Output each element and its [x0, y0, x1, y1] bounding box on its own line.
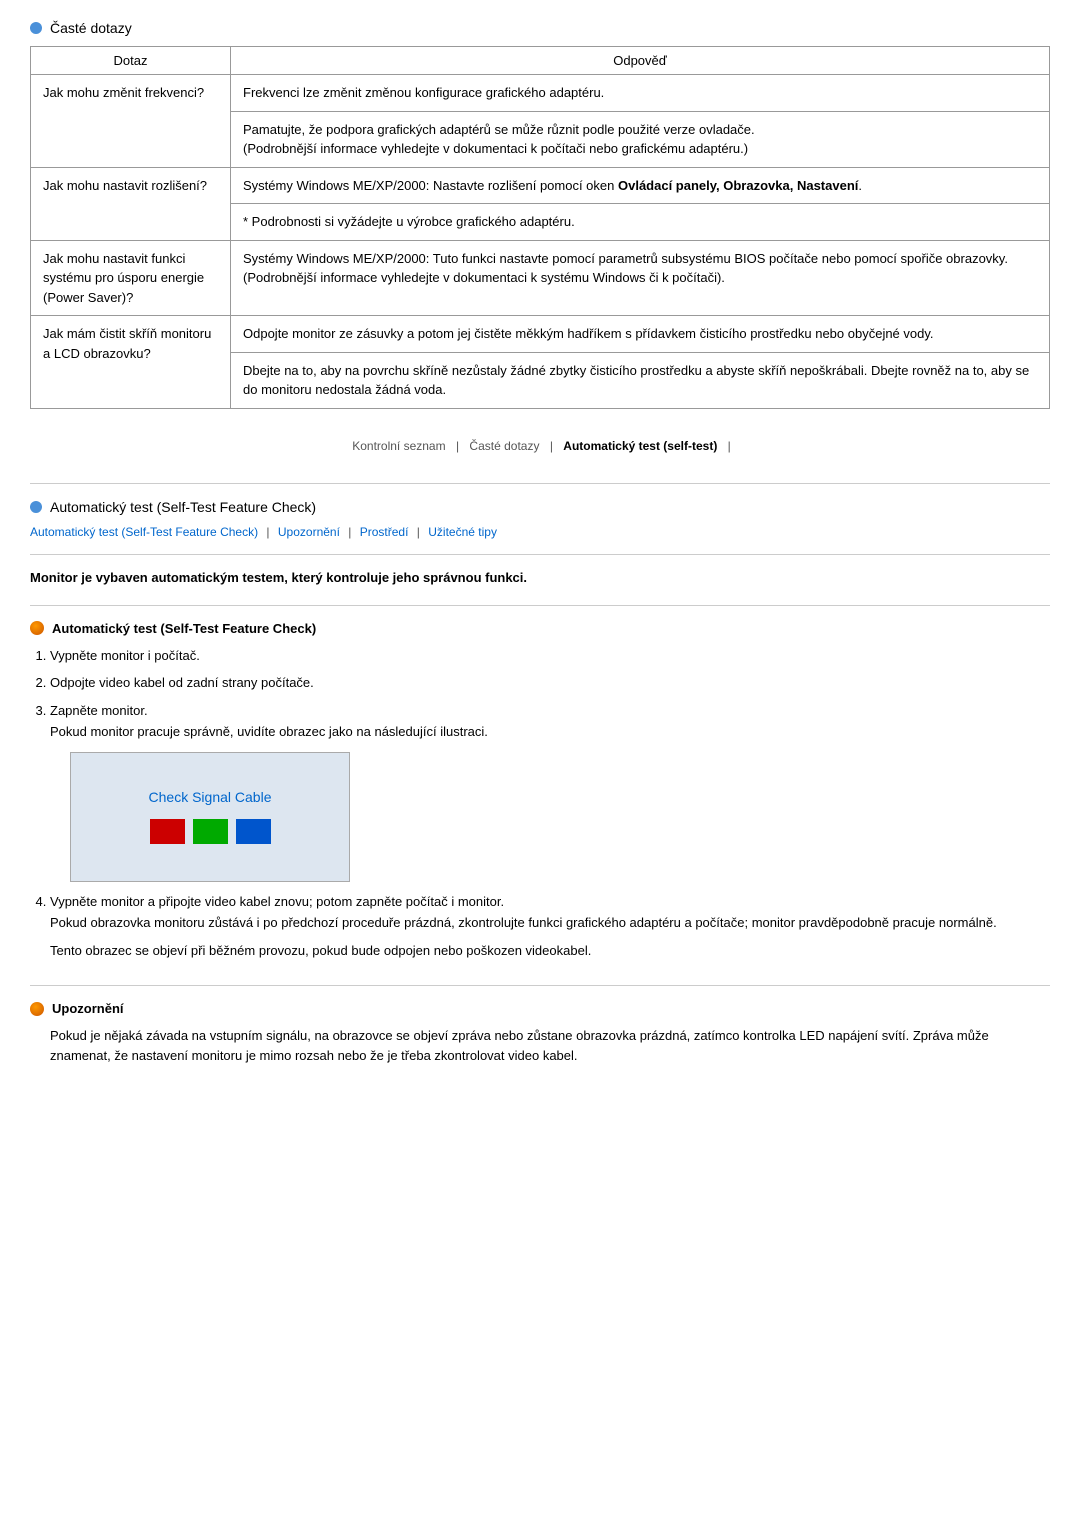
faq-answer-0-0: Frekvenci lze změnit změnou konfigurace …: [231, 75, 1050, 112]
warning-subsection-header: Upozornění: [30, 1001, 1050, 1016]
step-1: Vypněte monitor i počítač.: [50, 646, 1050, 666]
signal-box-title: Check Signal Cable: [149, 789, 272, 805]
faq-answer-1-0: Systémy Windows ME/XP/2000: Nastavte roz…: [231, 167, 1050, 204]
faq-title: Časté dotazy: [50, 20, 132, 36]
faq-question-1: Jak mohu nastavit rozlišení?: [31, 167, 231, 240]
self-test-subsection-header: Automatický test (Self-Test Feature Chec…: [30, 621, 1050, 636]
sub-nav-selftest[interactable]: Automatický test (Self-Test Feature Chec…: [30, 525, 258, 539]
sub-nav-upozorneni[interactable]: Upozornění: [278, 525, 340, 539]
faq-answer-1-1: * Podrobnosti si vyžádejte u výrobce gra…: [231, 204, 1050, 241]
step-3: Zapněte monitor.Pokud monitor pracuje sp…: [50, 701, 1050, 742]
warning-title: Upozornění: [52, 1001, 124, 1016]
section-divider-3: [30, 605, 1050, 606]
nav-item-caste[interactable]: Časté dotazy: [469, 439, 539, 453]
blue-dot-self-test-icon: [30, 501, 42, 513]
faq-table: Dotaz Odpověď Jak mohu změnit frekvenci?…: [30, 46, 1050, 409]
nav-item-kontrolni[interactable]: Kontrolní seznam: [352, 439, 445, 453]
faq-section-header: Časté dotazy: [30, 20, 1050, 36]
faq-answer-3-1: Dbejte na to, aby na povrchu skříně nezů…: [231, 352, 1050, 408]
sub-nav: Automatický test (Self-Test Feature Chec…: [30, 525, 1050, 539]
step-sub-4: Pokud obrazovka monitoru zůstává i po př…: [50, 913, 1050, 933]
self-test-subsection-title: Automatický test (Self-Test Feature Chec…: [52, 621, 316, 636]
bold-description: Monitor je vybaven automatickým testem, …: [30, 570, 1050, 585]
section-divider-4: [30, 985, 1050, 986]
nav-bar: Kontrolní seznam | Časté dotazy | Automa…: [30, 439, 1050, 453]
section-divider-2: [30, 554, 1050, 555]
warning-text: Pokud je nějaká závada na vstupním signá…: [50, 1026, 1050, 1065]
faq-question-2: Jak mohu nastavit funkci systému pro úsp…: [31, 240, 231, 316]
step-2: Odpojte video kabel od zadní strany počí…: [50, 673, 1050, 693]
signal-box: Check Signal Cable: [70, 752, 350, 882]
faq-answer-0-1: Pamatujte, že podpora grafických adaptér…: [231, 111, 1050, 167]
faq-question-0: Jak mohu změnit frekvenci?: [31, 75, 231, 168]
nav-item-autotest[interactable]: Automatický test (self-test): [563, 439, 717, 453]
self-test-section-header: Automatický test (Self-Test Feature Chec…: [30, 499, 1050, 515]
color-block-2: [236, 819, 271, 844]
faq-answer-2-0: Systémy Windows ME/XP/2000: Tuto funkci …: [231, 240, 1050, 316]
blue-dot-icon: [30, 22, 42, 34]
steps-list: Vypněte monitor i počítač. Odpojte video …: [50, 646, 1050, 933]
orange-dot-icon: [30, 621, 44, 635]
sub-nav-prostredi[interactable]: Prostředí: [360, 525, 409, 539]
step-sub-3: Pokud monitor pracuje správně, uvidíte o…: [50, 722, 1050, 742]
self-test-title: Automatický test (Self-Test Feature Chec…: [50, 499, 316, 515]
col-header-question: Dotaz: [31, 47, 231, 75]
step-4: Vypněte monitor a připojte video kabel z…: [50, 892, 1050, 933]
faq-answer-3-0: Odpojte monitor ze zásuvky a potom jej č…: [231, 316, 1050, 353]
color-block-0: [150, 819, 185, 844]
signal-caption: Tento obrazec se objeví při běžném provo…: [50, 941, 1050, 961]
warning-subsection: Upozornění Pokud je nějaká závada na vst…: [30, 1001, 1050, 1065]
faq-question-3: Jak mám čistit skříň monitoru a LCD obra…: [31, 316, 231, 409]
section-divider-1: [30, 483, 1050, 484]
self-test-subsection: Automatický test (Self-Test Feature Chec…: [30, 621, 1050, 961]
orange-dot-warning-icon: [30, 1002, 44, 1016]
sub-nav-tipy[interactable]: Užitečné tipy: [428, 525, 497, 539]
col-header-answer: Odpověď: [231, 47, 1050, 75]
color-block-1: [193, 819, 228, 844]
